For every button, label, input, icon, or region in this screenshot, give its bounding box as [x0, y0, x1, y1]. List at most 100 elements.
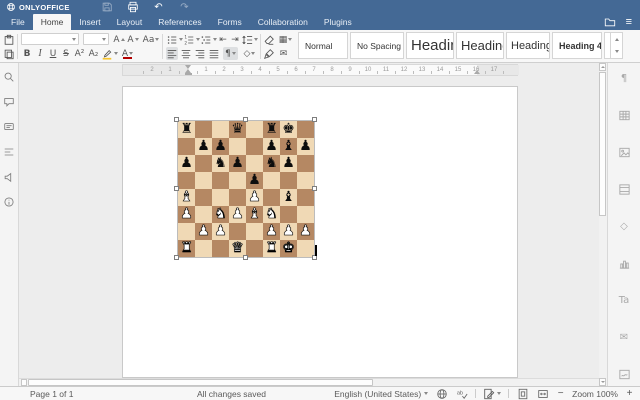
handle-n[interactable] — [243, 117, 248, 122]
font-size-select[interactable] — [83, 33, 109, 45]
tab-collaboration[interactable]: Collaboration — [250, 14, 316, 30]
font-color-button[interactable]: A — [119, 47, 136, 60]
align-right-button[interactable] — [194, 47, 206, 60]
navigation-button[interactable] — [3, 145, 16, 158]
about-button[interactable] — [3, 195, 16, 208]
open-file-location-button[interactable] — [604, 16, 616, 28]
tab-references[interactable]: References — [150, 14, 209, 30]
decrease-indent-button[interactable]: ⇤ — [217, 33, 229, 46]
hscroll-thumb[interactable] — [28, 379, 373, 386]
fit-width-button[interactable] — [536, 387, 549, 400]
nonprinting-characters-button[interactable]: ¶ — [223, 47, 238, 60]
hanging-indent-marker[interactable] — [184, 73, 192, 75]
handle-sw[interactable] — [174, 255, 179, 260]
track-changes-button[interactable] — [483, 388, 502, 400]
tab-file[interactable]: File — [3, 14, 33, 30]
style-no-spacing[interactable]: No Spacing — [350, 32, 404, 59]
increase-indent-button[interactable]: ⇥ — [229, 33, 241, 46]
redo-button[interactable]: ↷ — [178, 1, 191, 14]
vertical-scrollbar[interactable] — [599, 63, 607, 386]
style-heading-1[interactable]: Heading 1 — [406, 32, 454, 59]
scroll-down-button[interactable] — [599, 378, 606, 386]
tab-layout[interactable]: Layout — [109, 14, 151, 30]
line-spacing-button[interactable] — [241, 33, 258, 46]
vscroll-thumb[interactable] — [599, 72, 606, 216]
document-page[interactable]: ♜ ♛ ♜ ♚ ♟ ♟ ♟ ♝ ♟ ♟ ♞ ♟ ♞ ♟ ♟ ♝ ♟ ♝ ♟ ♞ ♟ ♝ ♞ ♟ ♟ ♟ ♟ ♟ ♜ ♛ ♜ ♚ — [122, 86, 518, 378]
handle-w[interactable] — [174, 186, 179, 191]
white-piece: ♞ — [214, 206, 227, 223]
zoom-out-button[interactable]: − — [556, 388, 565, 399]
align-justify-button[interactable] — [208, 47, 220, 60]
chat-button[interactable] — [3, 120, 16, 133]
font-name-select[interactable] — [21, 33, 79, 45]
mail-merge-button[interactable]: ✉ — [277, 47, 290, 60]
handle-ne[interactable] — [312, 117, 317, 122]
clear-style-button[interactable] — [263, 33, 275, 46]
down-arrow-icon — [600, 381, 605, 383]
shape-settings-button[interactable]: ◇ — [617, 219, 631, 233]
tab-forms[interactable]: Forms — [210, 14, 250, 30]
print-button[interactable] — [126, 1, 139, 14]
copy-button[interactable] — [3, 47, 15, 60]
image-settings-button[interactable] — [617, 145, 631, 159]
main-menu-button[interactable]: ≡ — [626, 14, 632, 30]
fit-page-button[interactable] — [516, 387, 529, 400]
document-language-button[interactable] — [435, 387, 448, 400]
chessboard-image[interactable]: ♜ ♛ ♜ ♚ ♟ ♟ ♟ ♝ ♟ ♟ ♞ ♟ ♞ ♟ ♟ ♝ ♟ ♝ ♟ ♞ ♟ ♝ ♞ ♟ ♟ ♟ ♟ ♟ ♜ ♛ ♜ ♚ — [174, 117, 317, 260]
text-art-settings-button[interactable]: Ta — [617, 293, 631, 307]
numbering-button[interactable]: 12 — [183, 33, 200, 46]
align-left-button[interactable] — [166, 47, 178, 60]
signature-settings-button[interactable] — [617, 367, 631, 381]
increase-font-size-button[interactable]: A — [113, 33, 125, 46]
page-indicator[interactable]: Page 1 of 1 — [30, 389, 73, 399]
multilevel-list-button[interactable] — [200, 33, 217, 46]
bullets-button[interactable] — [166, 33, 183, 46]
tab-plugins[interactable]: Plugins — [316, 14, 360, 30]
zoom-in-button[interactable]: + — [625, 388, 634, 399]
highlight-color-button[interactable] — [101, 47, 118, 60]
header-footer-settings-button[interactable] — [617, 182, 631, 196]
feedback-button[interactable] — [3, 170, 16, 183]
strikethrough-button[interactable]: S — [60, 47, 72, 60]
language-selector[interactable]: English (United States) — [334, 389, 429, 399]
search-button[interactable] — [3, 70, 16, 83]
spell-check-button[interactable]: ab — [455, 387, 468, 400]
hscroll-stepper[interactable] — [21, 379, 27, 386]
borders-button[interactable]: ▦ — [277, 33, 294, 46]
superscript-button[interactable]: A² — [73, 47, 86, 60]
bold-button[interactable]: B — [21, 47, 33, 60]
ruler-tick — [467, 71, 468, 74]
style-heading-4[interactable]: Heading 4 — [552, 32, 602, 59]
status-bar: Page 1 of 1 All changes saved English (U… — [0, 386, 640, 400]
horizontal-scrollbar[interactable] — [19, 378, 599, 386]
tab-home[interactable]: Home — [32, 14, 72, 30]
italic-button[interactable]: I — [34, 47, 46, 60]
subscript-button[interactable]: A₂ — [87, 47, 100, 60]
style-heading-3[interactable]: Heading 3 — [506, 32, 550, 59]
change-case-button[interactable]: Aa — [142, 33, 160, 46]
handle-e[interactable] — [312, 186, 317, 191]
align-center-button[interactable] — [180, 47, 192, 60]
handle-nw[interactable] — [174, 117, 179, 122]
tab-insert[interactable]: Insert — [71, 14, 108, 30]
handle-s[interactable] — [243, 255, 248, 260]
copy-style-button[interactable] — [263, 47, 275, 60]
mail-merge-settings-button[interactable]: ✉ — [617, 330, 631, 344]
undo-button[interactable]: ↶ — [152, 1, 165, 14]
table-settings-button[interactable] — [617, 108, 631, 122]
comments-button[interactable] — [3, 95, 16, 108]
horizontal-ruler[interactable]: 1 2 3 4 5 6 7 8 9 10 11 12 13 14 15 16 17 2 1 — [122, 64, 519, 76]
italic-icon: I — [38, 48, 42, 59]
paragraph-shading-button[interactable]: ◇ — [241, 47, 258, 60]
decrease-font-size-button[interactable]: A — [127, 33, 139, 46]
style-normal[interactable]: Normal — [298, 32, 348, 59]
save-button[interactable] — [100, 1, 113, 14]
chart-settings-button[interactable] — [617, 256, 631, 270]
paste-button[interactable] — [3, 33, 15, 46]
styles-gallery-scroll[interactable] — [610, 32, 623, 59]
paragraph-settings-button[interactable]: ¶ — [617, 71, 631, 85]
style-heading-2[interactable]: Heading 2 — [456, 32, 504, 59]
document-canvas[interactable]: 1 2 3 4 5 6 7 8 9 10 11 12 13 14 15 16 17 2 1 ♜ ♛ ♜ ♚ ♟ ♟ ♟ ♝ ♟ ♟ ♞ ♟… — [19, 63, 599, 386]
scroll-up-button[interactable] — [599, 63, 606, 71]
underline-button[interactable]: U — [47, 47, 59, 60]
